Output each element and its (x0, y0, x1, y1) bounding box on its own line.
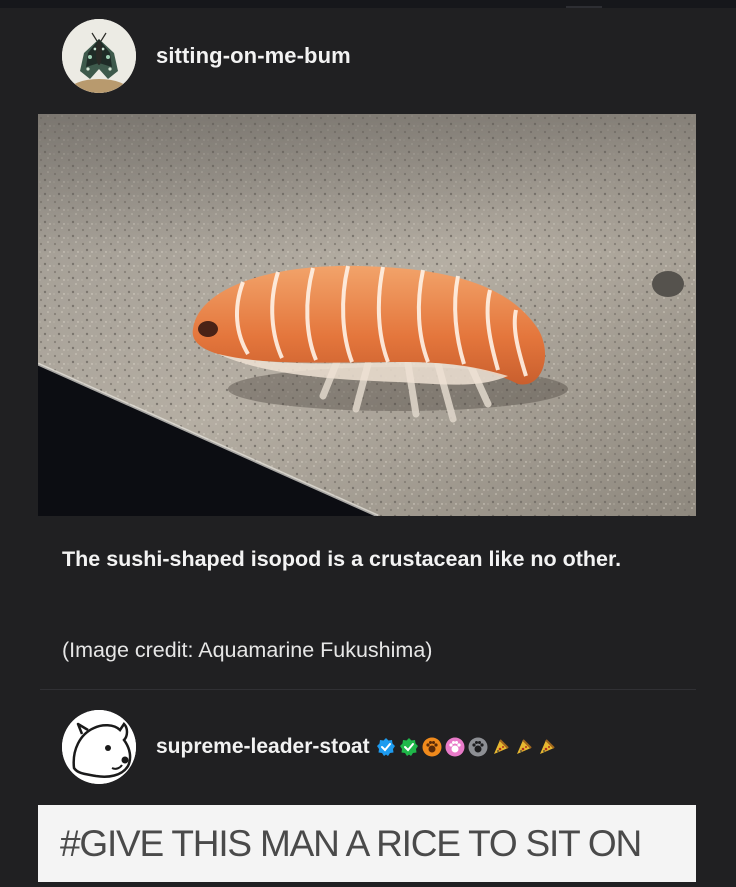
reblog-divider (40, 689, 696, 690)
reblog-tag[interactable]: #GIVE THIS MAN A RICE TO SIT ON (60, 823, 642, 865)
pizza-slice-icon[interactable] (491, 737, 511, 757)
post-header: sitting-on-me-bum (62, 19, 351, 93)
post-caption: The sushi-shaped isopod is a crustacean … (62, 547, 622, 571)
top-bar (0, 0, 736, 8)
stoat-avatar-icon[interactable] (62, 710, 136, 784)
paw-pink-badge-icon[interactable] (445, 737, 465, 757)
top-bar-indicator (566, 6, 602, 8)
pizza-slice-icon[interactable] (514, 737, 534, 757)
paw-orange-badge-icon[interactable] (422, 737, 442, 757)
moth-avatar-icon[interactable] (62, 19, 136, 93)
sushi-isopod-photo[interactable] (38, 114, 696, 516)
paw-gray-badge-icon[interactable] (468, 737, 488, 757)
verified-green-badge-icon[interactable] (399, 737, 419, 757)
dashboard-page: sitting-on-me-bum The sushi-shaped isopo… (0, 0, 736, 887)
verified-blue-badge-icon[interactable] (376, 737, 396, 757)
post-author-name[interactable]: sitting-on-me-bum (156, 43, 351, 69)
reblog-header: supreme-leader-stoat (62, 710, 557, 784)
reblog-tag-block: #GIVE THIS MAN A RICE TO SIT ON (38, 805, 696, 882)
badge-list (376, 737, 557, 757)
reblog-author-name[interactable]: supreme-leader-stoat (156, 735, 370, 759)
image-credit: (Image credit: Aquamarine Fukushima) (62, 638, 433, 662)
pizza-slice-icon[interactable] (537, 737, 557, 757)
